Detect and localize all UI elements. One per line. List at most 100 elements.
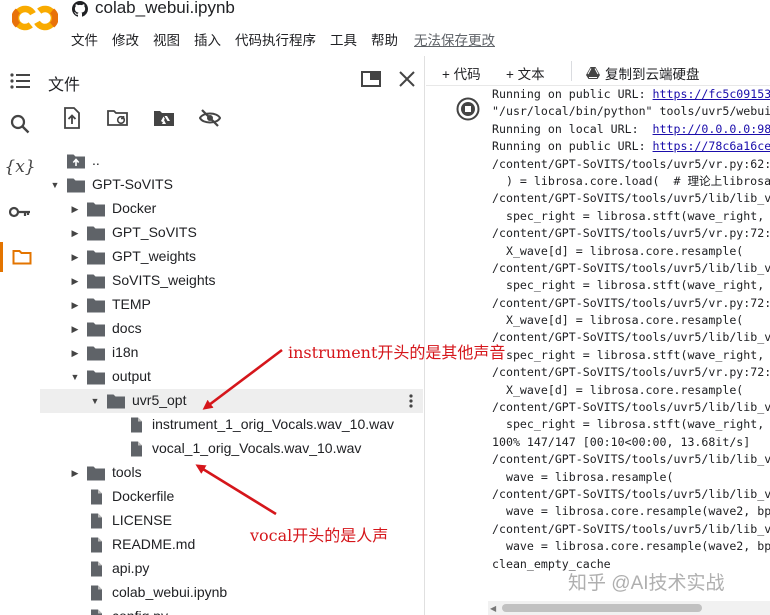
caret-right-icon[interactable]: ▶: [70, 468, 80, 478]
toc-icon: [10, 73, 30, 89]
stop-execution-icon[interactable]: [456, 97, 480, 121]
tree-item-label: TEMP: [112, 296, 151, 312]
toggle-hidden-button[interactable]: [198, 106, 222, 130]
output-line-text: /content/GPT-SoVITS/tools/uvr5/lib/lib_v: [492, 521, 770, 536]
tree-item-label: GPT-SoVITS: [92, 176, 173, 192]
menu-view[interactable]: 视图: [153, 29, 180, 49]
caret-right-icon[interactable]: ▶: [70, 276, 80, 286]
output-url-link[interactable]: https://fc5c09153: [653, 87, 770, 101]
output-line: spec_right = librosa.stft(wave_right,: [492, 416, 770, 433]
output-line-text: Running on public URL:: [492, 87, 653, 101]
output-line-text: X_wave[d] = librosa.core.resample(: [492, 382, 744, 397]
output-line: spec_right = librosa.stft(wave_right,: [492, 277, 770, 294]
annotation-vocal: vocal开头的是人声: [250, 526, 389, 545]
toc-button[interactable]: [0, 66, 40, 96]
tree-item-label: ..: [92, 152, 100, 168]
output-line-text: X_wave[d] = librosa.core.resample(: [492, 313, 744, 328]
tree-folder[interactable]: ▶ docs: [40, 317, 425, 341]
github-icon[interactable]: [72, 1, 88, 17]
tree-file[interactable]: colab_webui.ipynb: [40, 581, 425, 605]
notebook-title[interactable]: colab_webui.ipynb: [95, 0, 235, 18]
menu-tools[interactable]: 工具: [330, 29, 357, 49]
more-options-icon[interactable]: [409, 394, 413, 408]
caret-right-icon[interactable]: ▶: [70, 324, 80, 334]
colab-logo-icon[interactable]: [12, 5, 58, 31]
refresh-button[interactable]: [106, 106, 130, 130]
menu-help[interactable]: 帮助: [371, 29, 398, 49]
tree-item-label: api.py: [112, 560, 150, 576]
variables-button[interactable]: {x}: [0, 152, 40, 182]
output-line: wave = librosa.core.resample(wave2, bp: [492, 503, 770, 520]
folder-icon: [87, 250, 105, 265]
add-code-button[interactable]: + 代码: [442, 63, 481, 83]
left-rail: {x}: [0, 56, 40, 615]
output-horizontal-scrollbar[interactable]: ◀: [488, 601, 770, 615]
mount-drive-button[interactable]: [152, 106, 176, 130]
tree-folder[interactable]: ..: [40, 149, 425, 173]
search-button[interactable]: [0, 109, 40, 139]
caret-right-icon[interactable]: ▶: [70, 252, 80, 262]
caret-down-icon[interactable]: ▼: [70, 372, 80, 382]
scrollbar-thumb[interactable]: [502, 604, 702, 612]
output-line: wave = librosa.resample(: [492, 469, 770, 486]
tree-folder[interactable]: ▼ uvr5_opt: [40, 389, 423, 413]
menu-file[interactable]: 文件: [71, 29, 98, 49]
caret-down-icon[interactable]: ▼: [90, 396, 100, 406]
menu-runtime[interactable]: 代码执行程序: [235, 29, 316, 49]
folder-up-icon: [67, 154, 85, 169]
drive-icon: [586, 67, 600, 79]
annotation-instrument: instrument开头的是其他声音: [288, 343, 506, 362]
output-line-text: /content/GPT-SoVITS/tools/uvr5/lib/lib_v: [492, 400, 770, 415]
scroll-left-arrow-icon[interactable]: ◀: [490, 604, 496, 613]
tree-file[interactable]: vocal_1_orig_Vocals.wav_10.wav: [40, 437, 425, 461]
output-line-text: Running on public URL:: [492, 139, 653, 154]
secrets-button[interactable]: [0, 197, 40, 227]
tree-file[interactable]: config.py: [40, 605, 425, 615]
caret-down-icon[interactable]: ▼: [50, 180, 60, 190]
watermark: 知乎 @AI技术实战: [568, 573, 725, 594]
output-url-link[interactable]: http://0.0.0.0:98: [653, 122, 770, 136]
tree-folder[interactable]: ▶ Docker: [40, 197, 425, 221]
output-line-text: "/usr/local/bin/python" tools/uvr5/webui: [492, 104, 770, 119]
output-line-text: /content/GPT-SoVITS/tools/uvr5/lib/lib_v: [492, 191, 770, 206]
output-line-text: /content/GPT-SoVITS/tools/uvr5/vr.py:72:: [492, 226, 770, 241]
folder-icon: [87, 226, 105, 241]
tree-folder[interactable]: ▶ GPT_weights: [40, 245, 425, 269]
caret-right-icon[interactable]: ▶: [70, 228, 80, 238]
output-line-text: spec_right = librosa.stft(wave_right,: [492, 278, 770, 293]
upload-button[interactable]: [60, 106, 84, 130]
caret-right-icon[interactable]: ▶: [70, 348, 80, 358]
tree-file[interactable]: instrument_1_orig_Vocals.wav_10.wav: [40, 413, 425, 437]
close-icon[interactable]: [396, 69, 418, 89]
tree-file[interactable]: api.py: [40, 557, 425, 581]
tree-folder[interactable]: ▼ output: [40, 365, 425, 389]
output-line: /content/GPT-SoVITS/tools/uvr5/vr.py:72:: [492, 225, 770, 242]
caret-right-icon[interactable]: ▶: [70, 204, 80, 214]
output-url-link[interactable]: https://78c6a16ce: [653, 139, 770, 153]
output-line-text: /content/GPT-SoVITS/tools/uvr5/vr.py:62:: [492, 156, 770, 171]
unsaved-changes-link[interactable]: 无法保存更改: [414, 29, 495, 49]
tree-folder[interactable]: ▶ TEMP: [40, 293, 425, 317]
tree-folder[interactable]: ▶ GPT_SoVITS: [40, 221, 425, 245]
output-line: /content/GPT-SoVITS/tools/uvr5/lib/lib_v: [492, 521, 770, 538]
file-icon: [91, 537, 102, 553]
tree-folder[interactable]: ▼ GPT-SoVITS: [40, 173, 425, 197]
tree-folder[interactable]: ▶ tools: [40, 461, 425, 485]
output-line-text: X_wave[d] = librosa.core.resample(: [492, 243, 744, 258]
copy-to-drive-button[interactable]: 复制到云端硬盘: [586, 63, 700, 83]
tree-folder[interactable]: ▶ SoVITS_weights: [40, 269, 425, 293]
header: colab_webui.ipynb 文件 修改 视图 插入 代码执行程序 工具 …: [0, 0, 770, 56]
open-in-tab-icon[interactable]: [360, 69, 382, 89]
folder-refresh-icon: [107, 110, 128, 126]
add-text-button[interactable]: + 文本: [506, 63, 545, 83]
output-line: X_wave[d] = librosa.core.resample(: [492, 382, 770, 399]
tree-file[interactable]: Dockerfile: [40, 485, 425, 509]
files-button[interactable]: [0, 242, 40, 272]
output-line: spec_right = librosa.stft(wave_right,: [492, 208, 770, 225]
menu-edit[interactable]: 修改: [112, 29, 139, 49]
tree-item-label: instrument_1_orig_Vocals.wav_10.wav: [152, 416, 395, 432]
tree-item-label: config.py: [112, 608, 168, 615]
caret-right-icon[interactable]: ▶: [70, 300, 80, 310]
tree-item-label: Docker: [112, 200, 157, 216]
menu-insert[interactable]: 插入: [194, 29, 221, 49]
